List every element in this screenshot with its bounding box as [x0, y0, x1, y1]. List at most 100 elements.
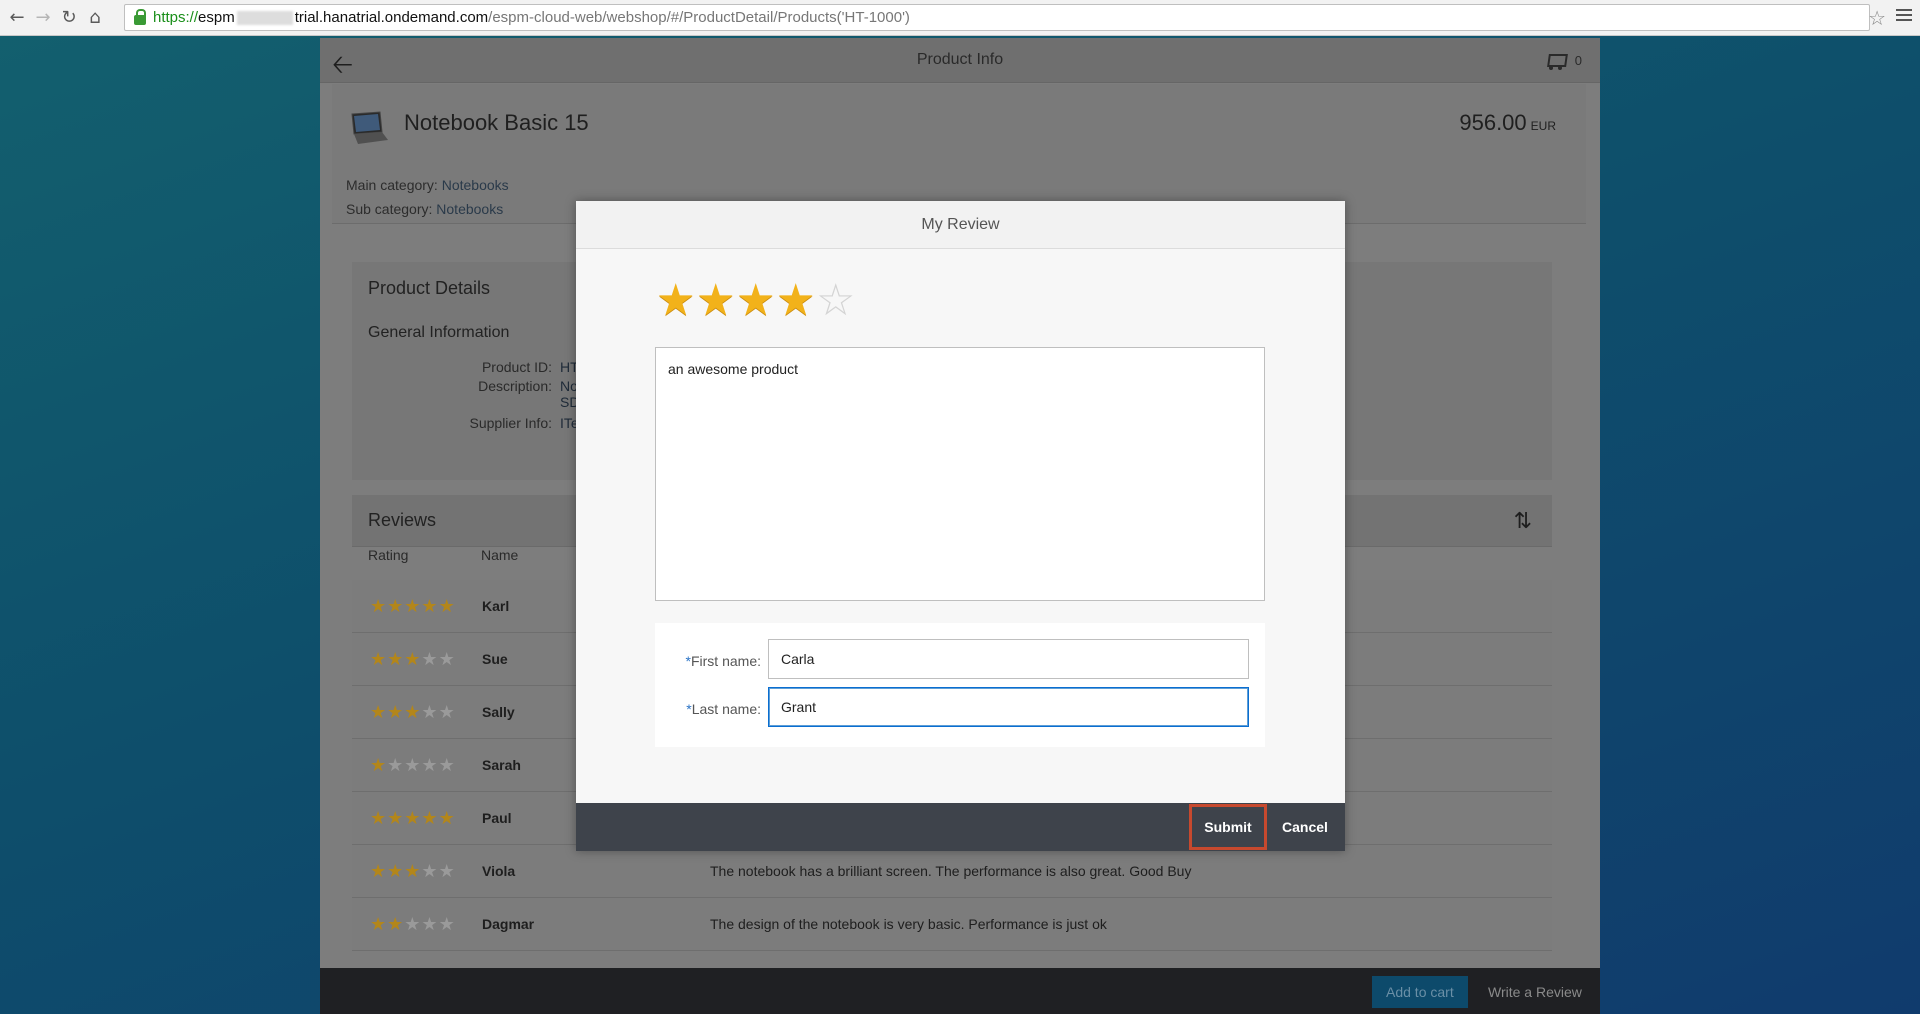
rating-stars: ★ ★ ★ ★ ★ — [370, 757, 455, 775]
star-icon: ★ — [404, 808, 421, 829]
table-row[interactable]: ★ ★ ★ ★ ★ Viola The notebook has a brilliant s… — [352, 845, 1552, 898]
star-icon: ★ — [387, 596, 404, 617]
star-icon: ★ — [387, 808, 404, 829]
star-icon: ★ — [404, 755, 421, 776]
product-id-label: Product ID: — [481, 359, 552, 375]
rating-stars: ★ ★ ★ ★ ★ — [370, 916, 455, 934]
star-icon: ★ — [387, 702, 404, 723]
dialog-footer: Submit Cancel — [576, 803, 1345, 851]
redacted-text — [236, 10, 293, 25]
product-name: Notebook Basic 15 — [404, 110, 589, 135]
product-price: 956.00 EUR — [1459, 110, 1556, 135]
star-icon: ★ — [404, 649, 421, 670]
star-empty-icon[interactable]: ☆ — [816, 279, 855, 323]
star-icon: ★ — [404, 596, 421, 617]
star-icon: ★ — [421, 861, 438, 882]
star-icon: ★ — [438, 702, 455, 723]
reviewer-name: Sarah — [482, 757, 521, 773]
star-filled-icon[interactable]: ★ — [736, 279, 775, 323]
address-bar[interactable]: https:// espm trial.hanatrial.ondemand.c… — [124, 4, 1870, 31]
rating-stars: ★ ★ ★ ★ ★ — [370, 704, 455, 722]
rating-stars: ★ ★ ★ ★ ★ — [370, 598, 455, 616]
star-icon: ★ — [370, 596, 387, 617]
reload-icon[interactable]: ↻ — [56, 5, 82, 31]
menu-icon[interactable] — [1896, 7, 1912, 23]
review-comment: The notebook has a brilliant screen. The… — [710, 863, 1192, 879]
forward-arrow-icon[interactable]: → — [30, 5, 56, 31]
star-icon: ★ — [370, 914, 387, 935]
star-icon: ★ — [421, 649, 438, 670]
product-details-title: Product Details — [368, 278, 491, 298]
general-info-title: General Information — [368, 324, 510, 341]
dialog-body: ★★★★☆ an awesome product *First name: *L… — [576, 249, 1345, 803]
star-icon: ★ — [387, 649, 404, 670]
star-icon: ★ — [387, 755, 404, 776]
star-filled-icon[interactable]: ★ — [776, 279, 815, 323]
cart-icon — [1545, 49, 1567, 71]
cart-count: 0 — [1574, 52, 1582, 68]
star-icon: ★ — [438, 649, 455, 670]
col-rating: Rating — [368, 547, 409, 563]
last-name-label: *Last name: — [686, 701, 761, 717]
rating-stars: ★ ★ ★ ★ ★ — [370, 863, 455, 881]
star-icon: ★ — [438, 861, 455, 882]
star-icon: ★ — [370, 808, 387, 829]
star-icon: ★ — [438, 596, 455, 617]
last-name-field[interactable] — [768, 687, 1249, 727]
reviewer-name: Karl — [482, 598, 510, 614]
review-dialog: My Review ★ ★ ★ ★ ☆ an awesome product *Firs… — [576, 201, 1345, 851]
bookmark-star-icon[interactable]: ☆ — [1868, 6, 1886, 30]
page-title: Product Info — [916, 51, 1004, 68]
reviews-title: Reviews — [368, 510, 437, 530]
app-header: 🡠 Product Info 0 — [320, 38, 1600, 83]
star-icon: ★ — [421, 702, 438, 723]
url-host: trial.hanatrial.ondemand.com — [294, 9, 489, 26]
table-row[interactable]: ★ ★ ★ ★ ★ Dagmar The design of the notebook is… — [352, 898, 1552, 951]
url-path: /espm-cloud-web/webshop/#/ProductDetail/… — [488, 9, 910, 26]
star-icon: ★ — [421, 755, 438, 776]
star-icon: ★ — [387, 914, 404, 935]
back-arrow-icon[interactable]: ← — [4, 5, 30, 31]
first-name-field[interactable] — [768, 639, 1249, 679]
main-category: Main category: Notebooks — [346, 177, 509, 193]
star-icon: ★ — [438, 914, 455, 935]
dialog-title: My Review — [576, 201, 1345, 249]
star-icon: ★ — [404, 702, 421, 723]
reviewer-name: Sue — [482, 651, 508, 667]
cancel-button[interactable]: Cancel — [1272, 803, 1338, 851]
url-scheme: https:// — [153, 9, 199, 26]
first-name-label: *First name: — [685, 653, 761, 669]
laptop-image — [351, 111, 388, 144]
star-icon: ★ — [370, 649, 387, 670]
sort-icon[interactable]: ⇅ — [1514, 509, 1532, 534]
cart-button[interactable]: 0 — [1545, 49, 1582, 71]
supplier-label: Supplier Info: — [469, 415, 553, 431]
lock-icon — [134, 9, 146, 25]
add-to-cart-button[interactable]: Add to cart — [1372, 976, 1468, 1008]
star-icon: ★ — [404, 914, 421, 935]
rating-indicator[interactable]: ★ ★ ★ ★ ☆ — [656, 279, 855, 323]
star-icon: ★ — [421, 914, 438, 935]
star-filled-icon[interactable]: ★ — [696, 279, 735, 323]
currency: EUR — [1530, 119, 1556, 133]
star-icon: ★ — [370, 702, 387, 723]
star-icon: ★ — [387, 861, 404, 882]
star-icon: ★ — [370, 755, 387, 776]
review-comment: The design of the notebook is very basic… — [710, 916, 1107, 932]
name-form: *First name: *Last name: — [655, 623, 1265, 747]
col-name: Name — [481, 547, 519, 563]
submit-button[interactable]: Submit — [1188, 803, 1268, 851]
star-filled-icon[interactable]: ★ — [656, 279, 695, 323]
star-icon: ★ — [404, 861, 421, 882]
app-footer: Add to cart Write a Review — [320, 968, 1600, 1014]
home-icon[interactable]: ⌂ — [82, 5, 108, 31]
reviewer-name: Sally — [482, 704, 515, 720]
star-icon: ★ — [370, 861, 387, 882]
rating-stars: ★ ★ ★ ★ ★ — [370, 651, 455, 669]
write-review-button[interactable]: Write a Review — [1474, 976, 1596, 1008]
review-text-area[interactable]: an awesome product — [655, 347, 1265, 601]
url-host-prefix: espm — [198, 9, 235, 26]
star-icon: ★ — [421, 808, 438, 829]
description-label: Description: — [478, 378, 552, 394]
star-icon: ★ — [421, 596, 438, 617]
